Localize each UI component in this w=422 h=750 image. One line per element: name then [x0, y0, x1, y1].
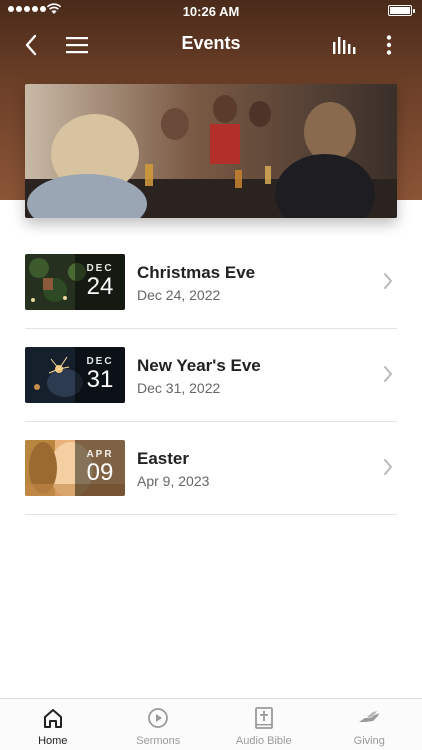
event-thumbnail: APR 09 [25, 440, 125, 496]
bible-icon [254, 707, 273, 729]
date-badge: APR 09 [75, 440, 125, 496]
event-thumbnail: DEC 24 [25, 254, 125, 310]
tab-bar: Home Sermons Audio Bible Giving [0, 698, 422, 750]
tab-giving[interactable]: Giving [317, 699, 422, 750]
event-date: Dec 31, 2022 [137, 380, 221, 396]
navigation-bar: Events [0, 22, 422, 66]
audio-levels-icon [333, 37, 356, 54]
event-row-new-years-eve[interactable]: DEC 31 New Year's Eve Dec 31, 2022 [25, 329, 397, 422]
tab-label: Sermons [136, 735, 181, 747]
tab-label: Home [38, 735, 68, 747]
hero-image[interactable] [25, 84, 397, 218]
date-badge-day: 31 [86, 366, 114, 393]
event-date: Dec 24, 2022 [137, 287, 221, 303]
chevron-right-icon [384, 273, 392, 289]
event-row-christmas-eve[interactable]: DEC 24 Christmas Eve Dec 24, 2022 [25, 236, 397, 329]
tab-audio-bible[interactable]: Audio Bible [211, 699, 317, 750]
chevron-right-icon [384, 459, 392, 475]
event-thumbnail: DEC 31 [25, 347, 125, 403]
tab-home[interactable]: Home [0, 699, 106, 750]
people-dining-together-photo [25, 84, 397, 218]
date-badge-month: DEC [86, 263, 114, 274]
event-list: DEC 24 Christmas Eve Dec 24, 2022 DEC 31… [25, 236, 397, 515]
date-badge-day: 09 [86, 459, 114, 486]
chevron-right-icon [384, 366, 392, 382]
event-title: Christmas Eve [137, 263, 256, 282]
event-date: Apr 9, 2023 [137, 473, 210, 489]
home-icon [43, 709, 62, 728]
tab-sermons[interactable]: Sermons [106, 699, 212, 750]
more-button[interactable] [374, 30, 404, 60]
battery-icon [388, 5, 415, 16]
tab-label: Audio Bible [235, 735, 292, 747]
date-badge: DEC 24 [75, 254, 125, 310]
event-row-easter[interactable]: APR 09 Easter Apr 9, 2023 [25, 422, 397, 515]
status-bar: 10:26 AM [0, 0, 422, 22]
tab-label: Giving [353, 735, 385, 747]
more-vertical-icon [386, 35, 392, 55]
giving-hand-icon [359, 711, 380, 722]
event-title: Easter [137, 449, 189, 468]
date-badge-day: 24 [86, 273, 114, 300]
audio-button[interactable] [329, 30, 359, 60]
date-badge: DEC 31 [75, 347, 125, 403]
play-circle-icon [148, 708, 169, 728]
date-badge-month: APR [86, 449, 114, 460]
date-badge-month: DEC [86, 356, 114, 367]
status-time: 10:26 AM [182, 4, 240, 19]
event-title: New Year's Eve [137, 356, 261, 375]
